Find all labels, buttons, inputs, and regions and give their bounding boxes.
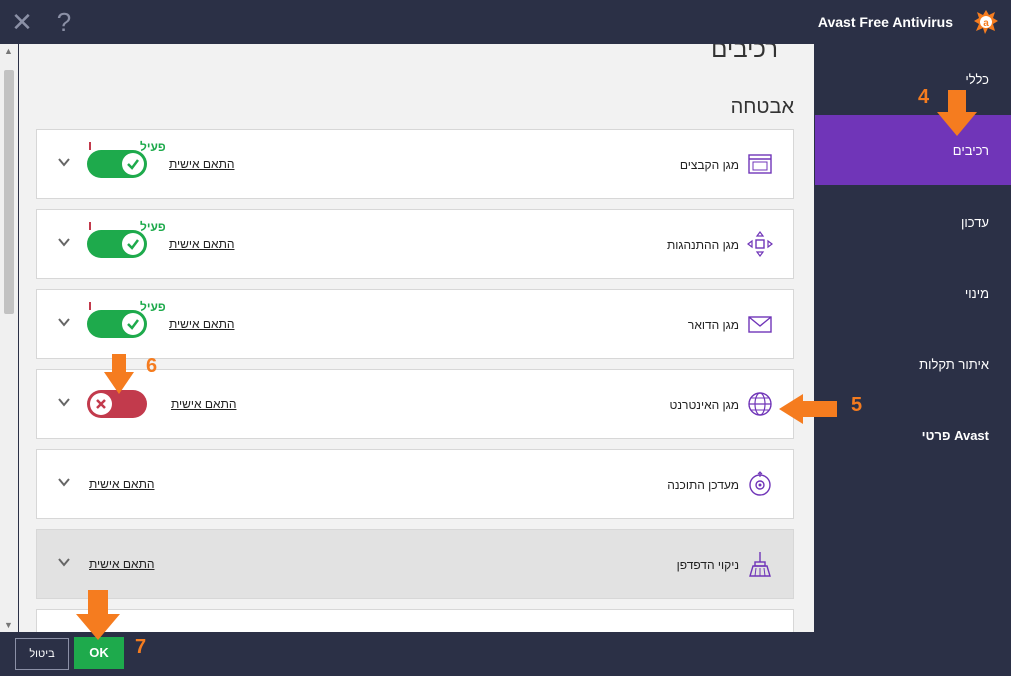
sidebar-item-general[interactable]: כללי bbox=[815, 44, 1011, 114]
software-updater-icon bbox=[749, 471, 771, 496]
sidebar-item-label: מינוי bbox=[964, 286, 989, 301]
chevron-down-icon[interactable] bbox=[57, 475, 71, 489]
check-icon bbox=[127, 239, 139, 250]
annotation-number: 5 bbox=[851, 394, 863, 416]
customize-link[interactable]: התאם אישית bbox=[89, 557, 154, 571]
customize-link[interactable]: התאם אישית bbox=[169, 237, 234, 251]
annotation-number: 6 bbox=[146, 355, 158, 377]
svg-text:a: a bbox=[983, 18, 989, 29]
arrow-down-annotation-icon bbox=[76, 590, 120, 640]
globe-icon bbox=[748, 392, 772, 416]
component-row-mail-shield: פעיל התאם אישית מגן הדואר bbox=[36, 289, 794, 359]
mail-shield-toggle[interactable] bbox=[87, 310, 147, 338]
toggle-off-marker bbox=[89, 302, 91, 310]
toggle-knob bbox=[122, 313, 144, 335]
file-shield-toggle[interactable] bbox=[87, 150, 147, 178]
sidebar-item-label: איתור תקלות bbox=[919, 357, 989, 372]
toggle-on-label: פעיל bbox=[140, 300, 166, 314]
close-icon[interactable]: ✕ bbox=[8, 8, 36, 36]
move-arrows-icon bbox=[747, 231, 773, 257]
x-icon bbox=[96, 399, 106, 409]
app-title: Avast Free Antivirus bbox=[817, 14, 953, 30]
component-row-software-updater: התאם אישית מעדכן התוכנה bbox=[36, 449, 794, 519]
customize-link[interactable]: התאם אישית bbox=[89, 477, 154, 491]
avast-logo-icon: a bbox=[974, 10, 998, 34]
sidebar-item-label: עדכון bbox=[961, 215, 989, 230]
section-title-security: אבטחה bbox=[730, 96, 794, 118]
annotation-number: 4 bbox=[918, 86, 930, 108]
sidebar-item-label: פרטי Avast bbox=[921, 428, 989, 443]
cancel-button[interactable]: ביטול bbox=[15, 638, 69, 670]
chevron-down-icon[interactable] bbox=[57, 155, 71, 169]
sidebar-item-label: כללי bbox=[965, 72, 989, 87]
scroll-down-arrow-icon[interactable]: ▼ bbox=[4, 620, 13, 630]
file-window-icon bbox=[748, 154, 772, 174]
component-label: ניקוי הדפדפן bbox=[676, 558, 739, 572]
components-panel: רכיבים אבטחה פעיל התאם אישית מגן הקבצים … bbox=[19, 44, 814, 632]
customize-link[interactable]: התאם אישית bbox=[169, 157, 234, 171]
sidebar-item-about[interactable]: פרטי Avast bbox=[815, 400, 1011, 470]
toggle-off-marker bbox=[89, 222, 91, 230]
component-label: מגן הדואר bbox=[687, 318, 739, 332]
sidebar-item-subscription[interactable]: מינוי bbox=[815, 258, 1011, 328]
arrow-left-annotation-icon bbox=[779, 394, 837, 424]
bottom-bar: ביטול OK bbox=[0, 632, 815, 676]
toggle-on-label: פעיל bbox=[140, 140, 166, 154]
sidebar-item-components[interactable]: רכיבים bbox=[815, 115, 1011, 185]
sidebar-item-troubleshooting[interactable]: איתור תקלות bbox=[815, 329, 1011, 399]
arrow-down-annotation-icon bbox=[937, 90, 977, 136]
component-row-web-shield: התאם אישית מגן האינטרנט bbox=[36, 369, 794, 439]
chevron-down-icon[interactable] bbox=[57, 395, 71, 409]
toggle-off-marker bbox=[89, 142, 91, 150]
scrollbar[interactable]: ▲ ▼ bbox=[0, 44, 18, 632]
broom-icon bbox=[749, 552, 771, 577]
component-row-partial bbox=[36, 609, 794, 632]
toggle-on-label: פעיל bbox=[140, 220, 166, 234]
component-label: מגן הקבצים bbox=[679, 158, 739, 172]
annotation-number: 7 bbox=[135, 636, 147, 658]
component-row-browser-cleanup: התאם אישית ניקוי הדפדפן bbox=[36, 529, 794, 599]
arrow-down-annotation-icon bbox=[104, 354, 134, 394]
check-icon bbox=[127, 159, 139, 170]
component-label: מגן האינטרנט bbox=[669, 398, 739, 412]
envelope-icon bbox=[748, 316, 772, 333]
component-row-behavior-shield: פעיל התאם אישית מגן ההתנהגות bbox=[36, 209, 794, 279]
help-icon[interactable]: ? bbox=[50, 8, 78, 36]
customize-link[interactable]: התאם אישית bbox=[169, 317, 234, 331]
sidebar-item-update[interactable]: עדכון bbox=[815, 187, 1011, 257]
chevron-down-icon[interactable] bbox=[57, 235, 71, 249]
sidebar-item-label: רכיבים bbox=[952, 143, 989, 158]
sidebar: כללי רכיבים עדכון מינוי איתור תקלות פרטי… bbox=[815, 44, 1011, 676]
page-title: רכיבים bbox=[711, 44, 778, 63]
check-icon bbox=[127, 319, 139, 330]
title-bar: ✕ ? Avast Free Antivirus a bbox=[0, 0, 1011, 44]
chevron-down-icon[interactable] bbox=[57, 315, 71, 329]
component-label: מעדכן התוכנה bbox=[667, 478, 739, 492]
component-row-file-shield: פעיל התאם אישית מגן הקבצים bbox=[36, 129, 794, 199]
scroll-up-arrow-icon[interactable]: ▲ bbox=[4, 46, 13, 56]
chevron-down-icon[interactable] bbox=[57, 555, 71, 569]
behavior-shield-toggle[interactable] bbox=[87, 230, 147, 258]
customize-link[interactable]: התאם אישית bbox=[171, 397, 236, 411]
scroll-thumb[interactable] bbox=[4, 70, 14, 314]
toggle-knob bbox=[122, 153, 144, 175]
toggle-knob bbox=[90, 393, 112, 415]
component-label: מגן ההתנהגות bbox=[666, 238, 739, 252]
toggle-knob bbox=[122, 233, 144, 255]
